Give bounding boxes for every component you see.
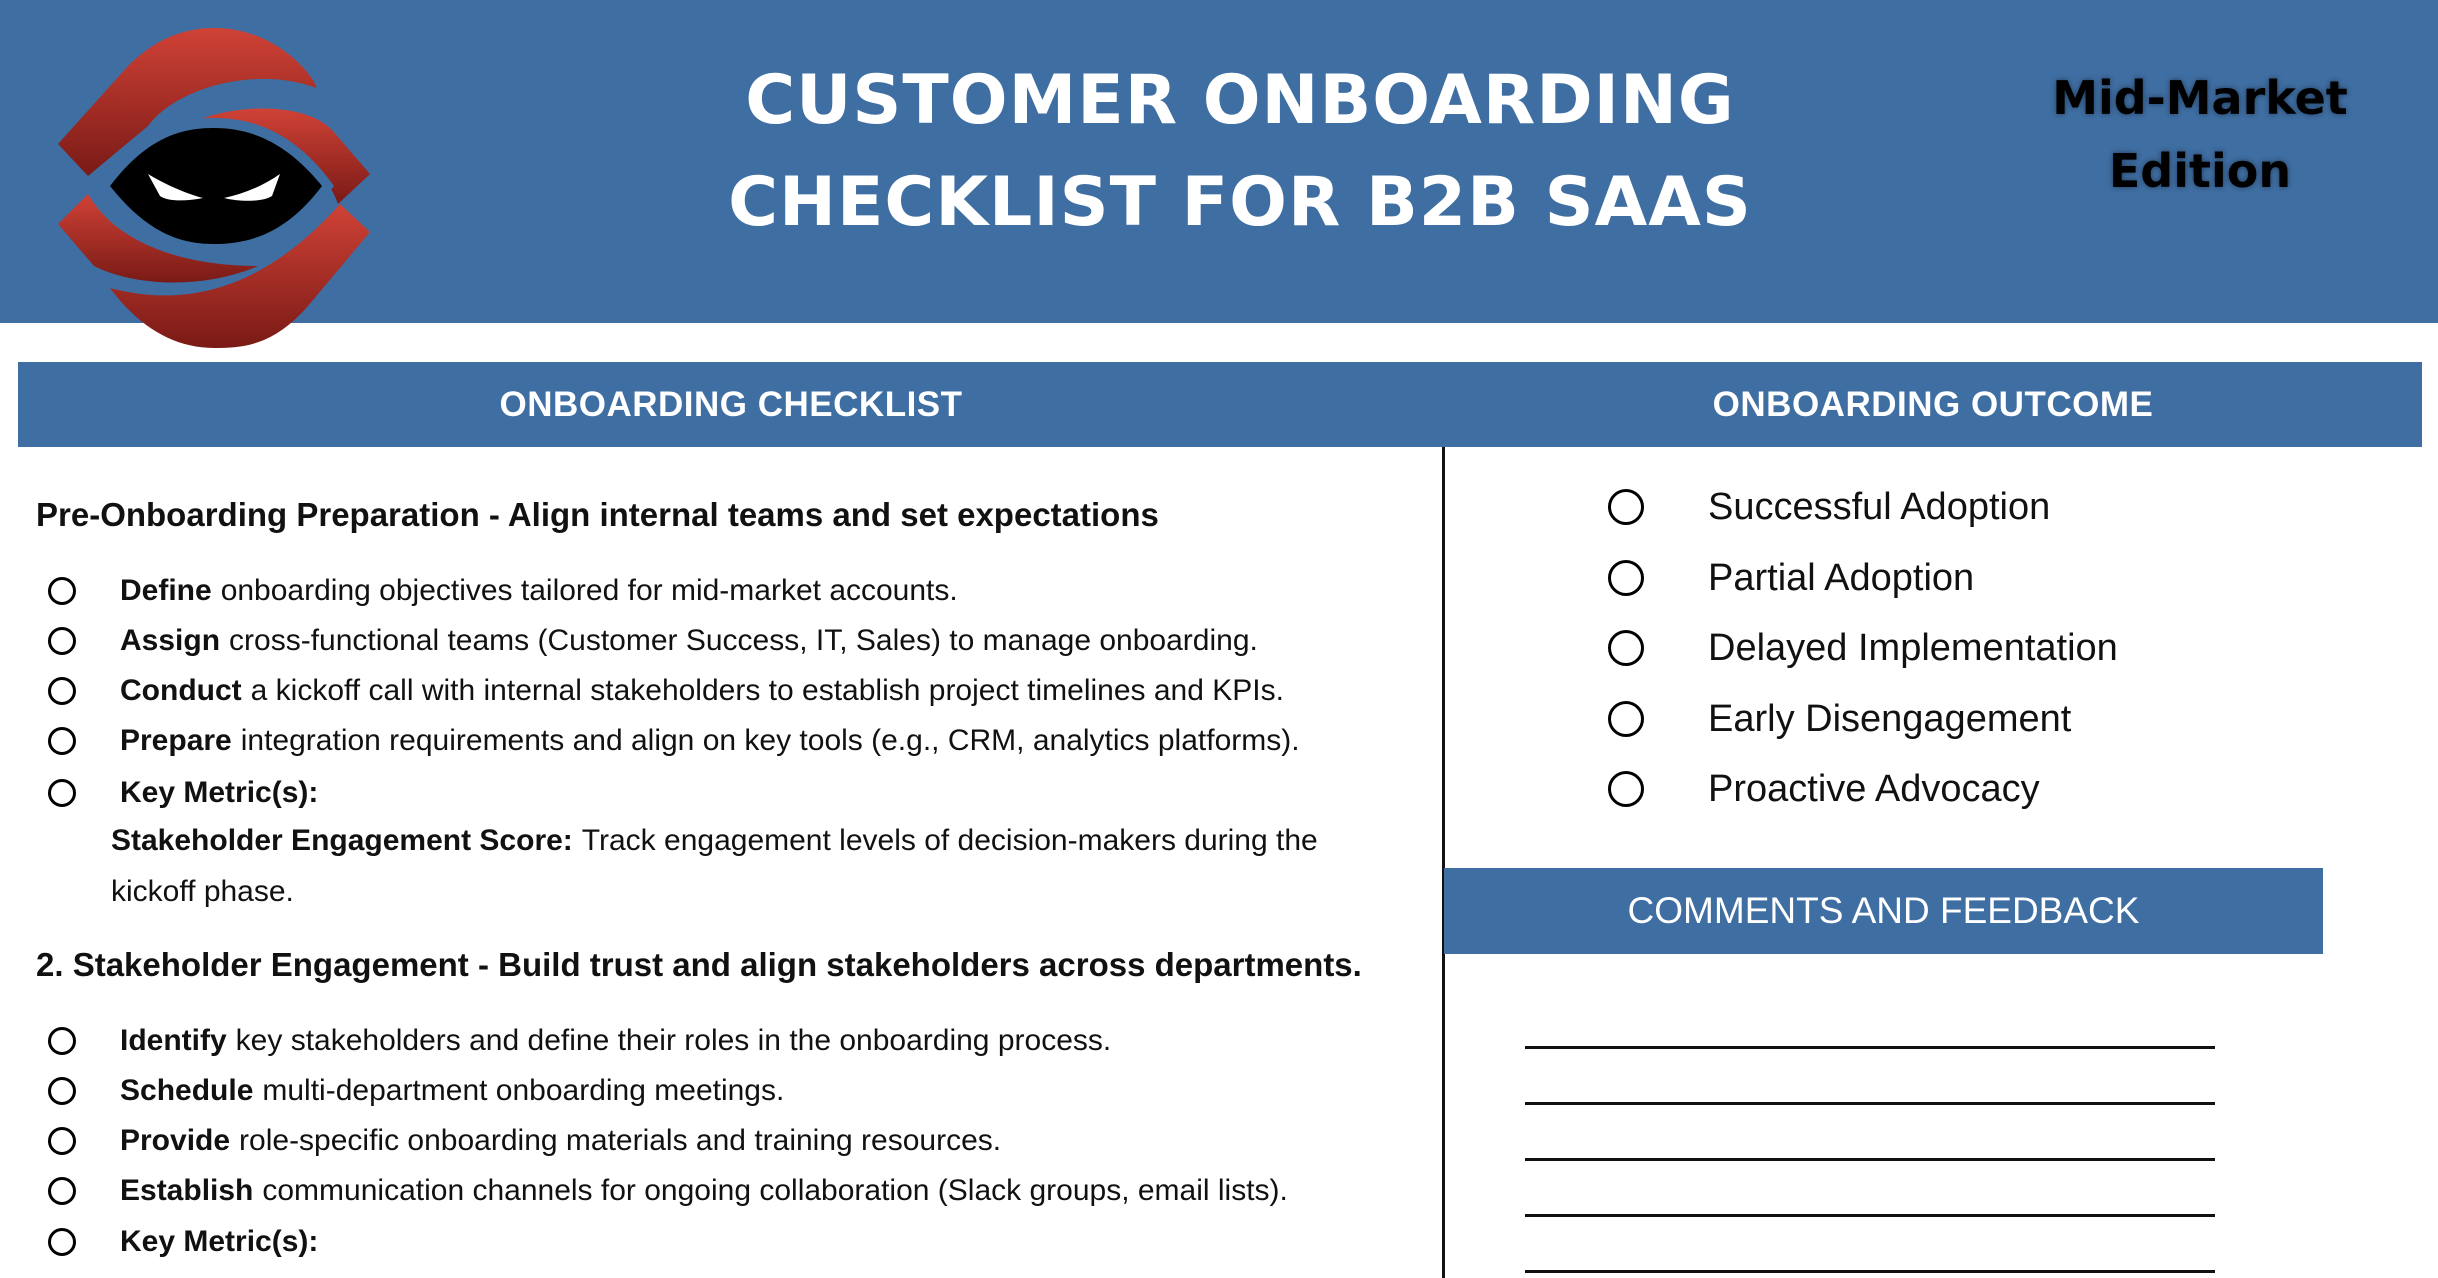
checklist-item[interactable]: Schedule multi-department onboarding meet…	[48, 1071, 784, 1111]
comment-line[interactable]	[1525, 1270, 2215, 1273]
edition-line-2: Edition	[2108, 144, 2292, 198]
outcome-option[interactable]: Partial Adoption	[1608, 553, 1974, 603]
checklist-item[interactable]: Establish communication channels for ongo…	[48, 1171, 1288, 1211]
checkbox-circle-icon[interactable]	[48, 779, 76, 807]
checkbox-circle-icon[interactable]	[48, 1077, 76, 1105]
key-metric-description-cont: kickoff phase.	[111, 875, 294, 908]
outcome-section-title: ONBOARDING OUTCOME	[1712, 385, 2154, 424]
key-metric-description: Stakeholder Engagement Score: Track engag…	[111, 824, 1318, 857]
checklist-item-key-metric[interactable]: Key Metric(s):	[48, 1222, 327, 1262]
section-heading: 2. Stakeholder Engagement - Build trust …	[36, 946, 1362, 983]
checkbox-circle-icon[interactable]	[48, 727, 76, 755]
checklist-item[interactable]: Prepare integration requirements and alig…	[48, 721, 1300, 761]
checklist-item[interactable]: Provide role-specific onboarding material…	[48, 1121, 1001, 1161]
page-title: CUSTOMER ONBOARDING CHECKLIST FOR B2B SA…	[640, 50, 1840, 254]
radio-circle-icon[interactable]	[1608, 489, 1644, 525]
title-line-1: CUSTOMER ONBOARDING	[745, 61, 1735, 140]
checklist-item[interactable]: Define onboarding objectives tailored for…	[48, 571, 958, 611]
checkbox-circle-icon[interactable]	[48, 1228, 76, 1256]
comment-line[interactable]	[1525, 1102, 2215, 1105]
radio-circle-icon[interactable]	[1608, 630, 1644, 666]
comment-line[interactable]	[1525, 1046, 2215, 1049]
checkbox-circle-icon[interactable]	[48, 1177, 76, 1205]
checkbox-circle-icon[interactable]	[48, 627, 76, 655]
edition-line-1: Mid-Market	[2052, 71, 2348, 125]
checklist-section-header: ONBOARDING CHECKLIST	[18, 362, 1444, 447]
checkbox-circle-icon[interactable]	[48, 577, 76, 605]
checklist-item[interactable]: Identify key stakeholders and define thei…	[48, 1021, 1111, 1061]
checkbox-circle-icon[interactable]	[48, 1027, 76, 1055]
checklist-item[interactable]: Conduct a kickoff call with internal stak…	[48, 671, 1284, 711]
checkbox-circle-icon[interactable]	[48, 1127, 76, 1155]
checklist-item[interactable]: Assign cross-functional teams (Customer S…	[48, 621, 1258, 661]
outcome-option[interactable]: Early Disengagement	[1608, 694, 2071, 744]
checklist-section-title: ONBOARDING CHECKLIST	[499, 385, 963, 424]
outcome-option[interactable]: Proactive Advocacy	[1608, 764, 2040, 814]
comment-line[interactable]	[1525, 1158, 2215, 1161]
checklist-item-key-metric[interactable]: Key Metric(s):	[48, 773, 327, 813]
edition-label: Mid-Market Edition	[1990, 62, 2410, 208]
comments-section-title: COMMENTS AND FEEDBACK	[1627, 890, 2140, 931]
radio-circle-icon[interactable]	[1608, 771, 1644, 807]
checkbox-circle-icon[interactable]	[48, 677, 76, 705]
comment-line[interactable]	[1525, 1214, 2215, 1217]
radio-circle-icon[interactable]	[1608, 560, 1644, 596]
outcome-option[interactable]: Successful Adoption	[1608, 482, 2050, 532]
column-divider	[1442, 447, 1445, 1278]
outcome-option[interactable]: Delayed Implementation	[1608, 623, 2118, 673]
ninja-eye-logo-icon	[58, 28, 370, 348]
comments-section-header: COMMENTS AND FEEDBACK	[1444, 868, 2323, 954]
outcome-section-header: ONBOARDING OUTCOME	[1444, 362, 2422, 447]
radio-circle-icon[interactable]	[1608, 701, 1644, 737]
title-line-2: CHECKLIST FOR B2B SAAS	[728, 163, 1752, 242]
section-heading: Pre-Onboarding Preparation - Align inter…	[36, 496, 1159, 533]
